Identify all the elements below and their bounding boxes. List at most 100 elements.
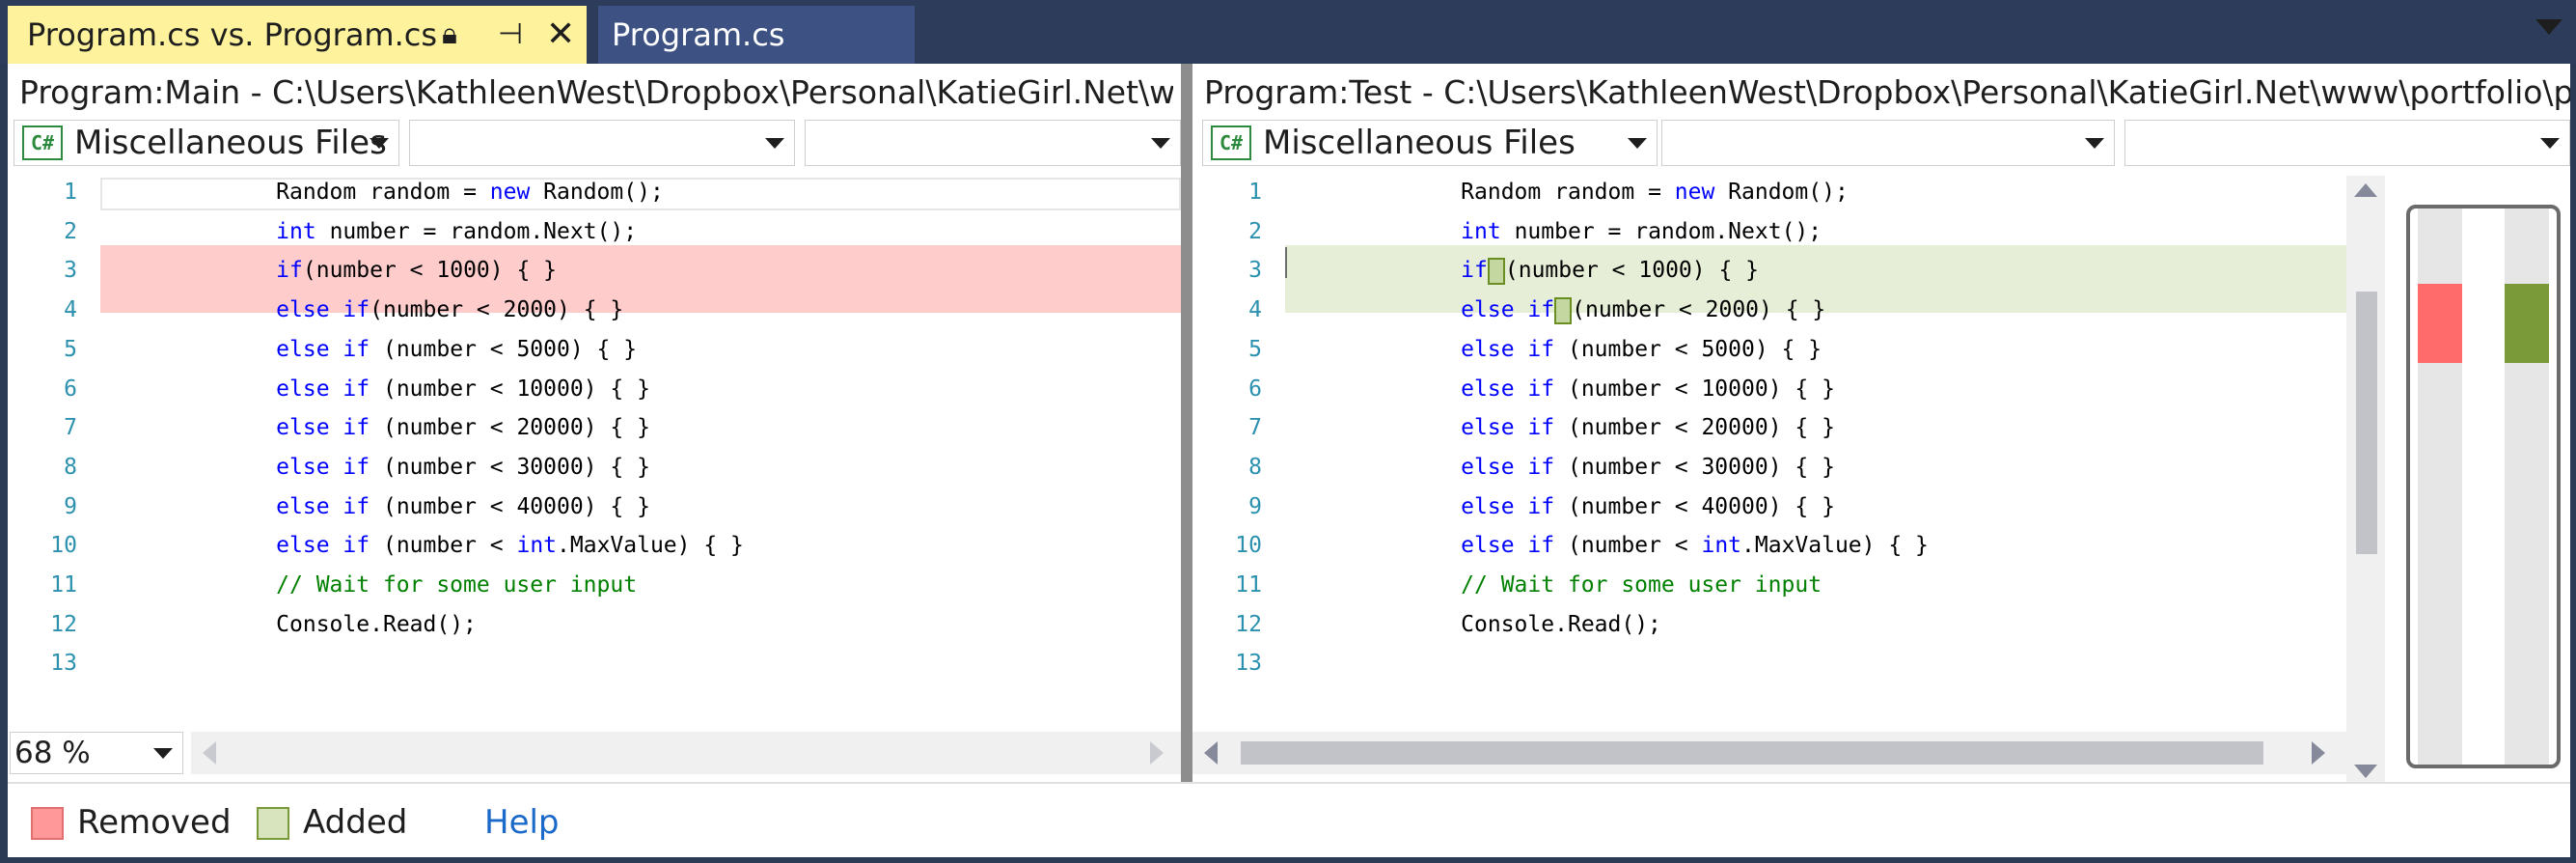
right-navigation-bar: C# Miscellaneous Files [1192,116,2570,166]
chevron-down-icon [153,748,173,759]
right-vertical-scrollbar[interactable] [2346,176,2385,790]
overview-left-column [2418,209,2462,765]
csharp-file-icon: C# [22,125,63,160]
scroll-down-icon[interactable] [2354,765,2377,778]
left-member-dropdown[interactable] [805,120,1181,166]
right-type-dropdown[interactable] [1661,120,2115,166]
line-number: 9 [1248,493,1262,519]
left-project-label: Miscellaneous Files [74,124,387,162]
chevron-down-icon [1628,138,1647,149]
zoom-dropdown[interactable]: 68 % [10,732,183,774]
left-file-path: Program:Main - C:\Users\KathleenWest\Dro… [19,73,1173,111]
scroll-left-icon[interactable] [203,741,216,765]
left-diff-pane: Program:Main - C:\Users\KathleenWest\Dro… [8,64,1181,782]
code-text: else if (number < 20000) { } [1461,415,1835,441]
overview-added-marker [2505,284,2549,363]
pane-splitter[interactable] [1181,64,1192,782]
line-number: 12 [1235,611,1262,637]
tab-title: Program.cs vs. Program.cs [27,16,438,53]
code-text: else if (number < int.MaxValue) { } [276,533,744,559]
code-text: Random random = new Random(); [276,180,664,205]
chevron-down-icon[interactable] [2535,19,2562,35]
close-icon[interactable]: ✕ [546,14,575,56]
right-member-dropdown[interactable] [2124,120,2570,166]
tab-diff-program-cs[interactable]: Program.cs vs. Program.cs 🔒︎ ⊣ ✕ [8,6,587,64]
code-text: else if (number < 20000) { } [276,415,650,441]
lock-icon: 🔒︎ [442,17,457,51]
code-text: else if (number < 5000) { } [1461,336,1822,362]
diff-overview-margin[interactable] [2406,205,2561,768]
line-number: 10 [1235,533,1262,559]
line-number: 2 [1248,218,1262,244]
line-number: 4 [1248,297,1262,323]
code-text: else if(number < 2000) { } [1461,296,1826,324]
code-text: else if (number < 40000) { } [1461,493,1835,519]
overview-right-column [2505,209,2549,765]
chevron-down-icon [765,138,784,149]
code-text: else if (number < 40000) { } [276,493,650,519]
chevron-down-icon [1151,138,1170,149]
line-number: 7 [64,415,77,441]
zoom-level: 68 % [14,736,91,770]
line-number: 13 [50,651,77,677]
line-number: 4 [64,297,77,323]
code-text: else if (number < 30000) { } [276,454,650,480]
inserted-space-marker [1554,296,1573,324]
right-horizontal-scrollbar[interactable] [1192,732,2346,774]
code-text: int number = random.Next(); [276,218,638,244]
scroll-up-icon[interactable] [2354,183,2377,197]
line-number: 8 [1248,454,1262,480]
removed-label: Removed [77,803,232,842]
right-file-path: Program:Test - C:\Users\KathleenWest\Dro… [1204,73,2570,111]
line-number: 3 [64,258,77,284]
code-text: // Wait for some user input [1461,572,1822,598]
help-link[interactable]: Help [484,799,560,846]
code-text: if(number < 1000) { } [276,258,557,284]
left-navigation-bar: C# Miscellaneous Files [8,116,1181,166]
tab-program-cs[interactable]: Program.cs [598,6,915,64]
code-text: Console.Read(); [1461,611,1661,637]
scroll-right-icon[interactable] [1150,741,1164,765]
csharp-file-icon: C# [1211,125,1251,160]
diff-legend-bar: Removed Added Help [8,782,2570,857]
overview-removed-marker [2418,284,2462,363]
vertical-scroll-thumb[interactable] [2356,292,2377,554]
line-number: 13 [1235,651,1262,677]
pin-icon[interactable]: ⊣ [498,14,523,56]
code-text: int number = random.Next(); [1461,218,1822,244]
line-number: 11 [1235,572,1262,598]
left-horizontal-scrollbar[interactable] [191,732,1181,774]
code-text: if(number < 1000) { } [1461,257,1759,285]
scroll-left-icon[interactable] [1204,741,1218,765]
line-number: 1 [64,180,77,205]
line-number: 8 [64,454,77,480]
line-number: 1 [1248,180,1262,205]
line-number: 9 [64,493,77,519]
scroll-right-icon[interactable] [2312,741,2325,765]
code-text: else if (number < 5000) { } [276,336,638,362]
right-diff-pane: Program:Test - C:\Users\KathleenWest\Dro… [1192,64,2570,790]
line-number: 5 [1248,336,1262,362]
chevron-down-icon [370,138,389,149]
left-project-dropdown[interactable]: C# Miscellaneous Files [14,120,399,166]
added-label: Added [303,803,408,842]
left-type-dropdown[interactable] [409,120,795,166]
code-text: else if (number < 10000) { } [276,376,650,402]
code-text: else if(number < 2000) { } [276,297,624,323]
line-number: 7 [1248,415,1262,441]
code-text: // Wait for some user input [276,572,638,598]
line-number: 6 [1248,376,1262,402]
chevron-down-icon [2540,138,2560,149]
text-caret [1285,247,1287,278]
code-text: else if (number < 30000) { } [1461,454,1835,480]
removed-swatch [31,807,64,840]
horizontal-scroll-thumb[interactable] [1241,741,2263,765]
code-text: Console.Read(); [276,611,477,637]
right-project-dropdown[interactable]: C# Miscellaneous Files [1202,120,1658,166]
document-tab-bar: Program.cs vs. Program.cs 🔒︎ ⊣ ✕ Program… [0,0,2576,64]
line-number: 11 [50,572,77,598]
chevron-down-icon [2085,138,2104,149]
code-text: else if (number < 10000) { } [1461,376,1835,402]
right-project-label: Miscellaneous Files [1263,124,1576,162]
code-text: Random random = new Random(); [1461,180,1849,205]
